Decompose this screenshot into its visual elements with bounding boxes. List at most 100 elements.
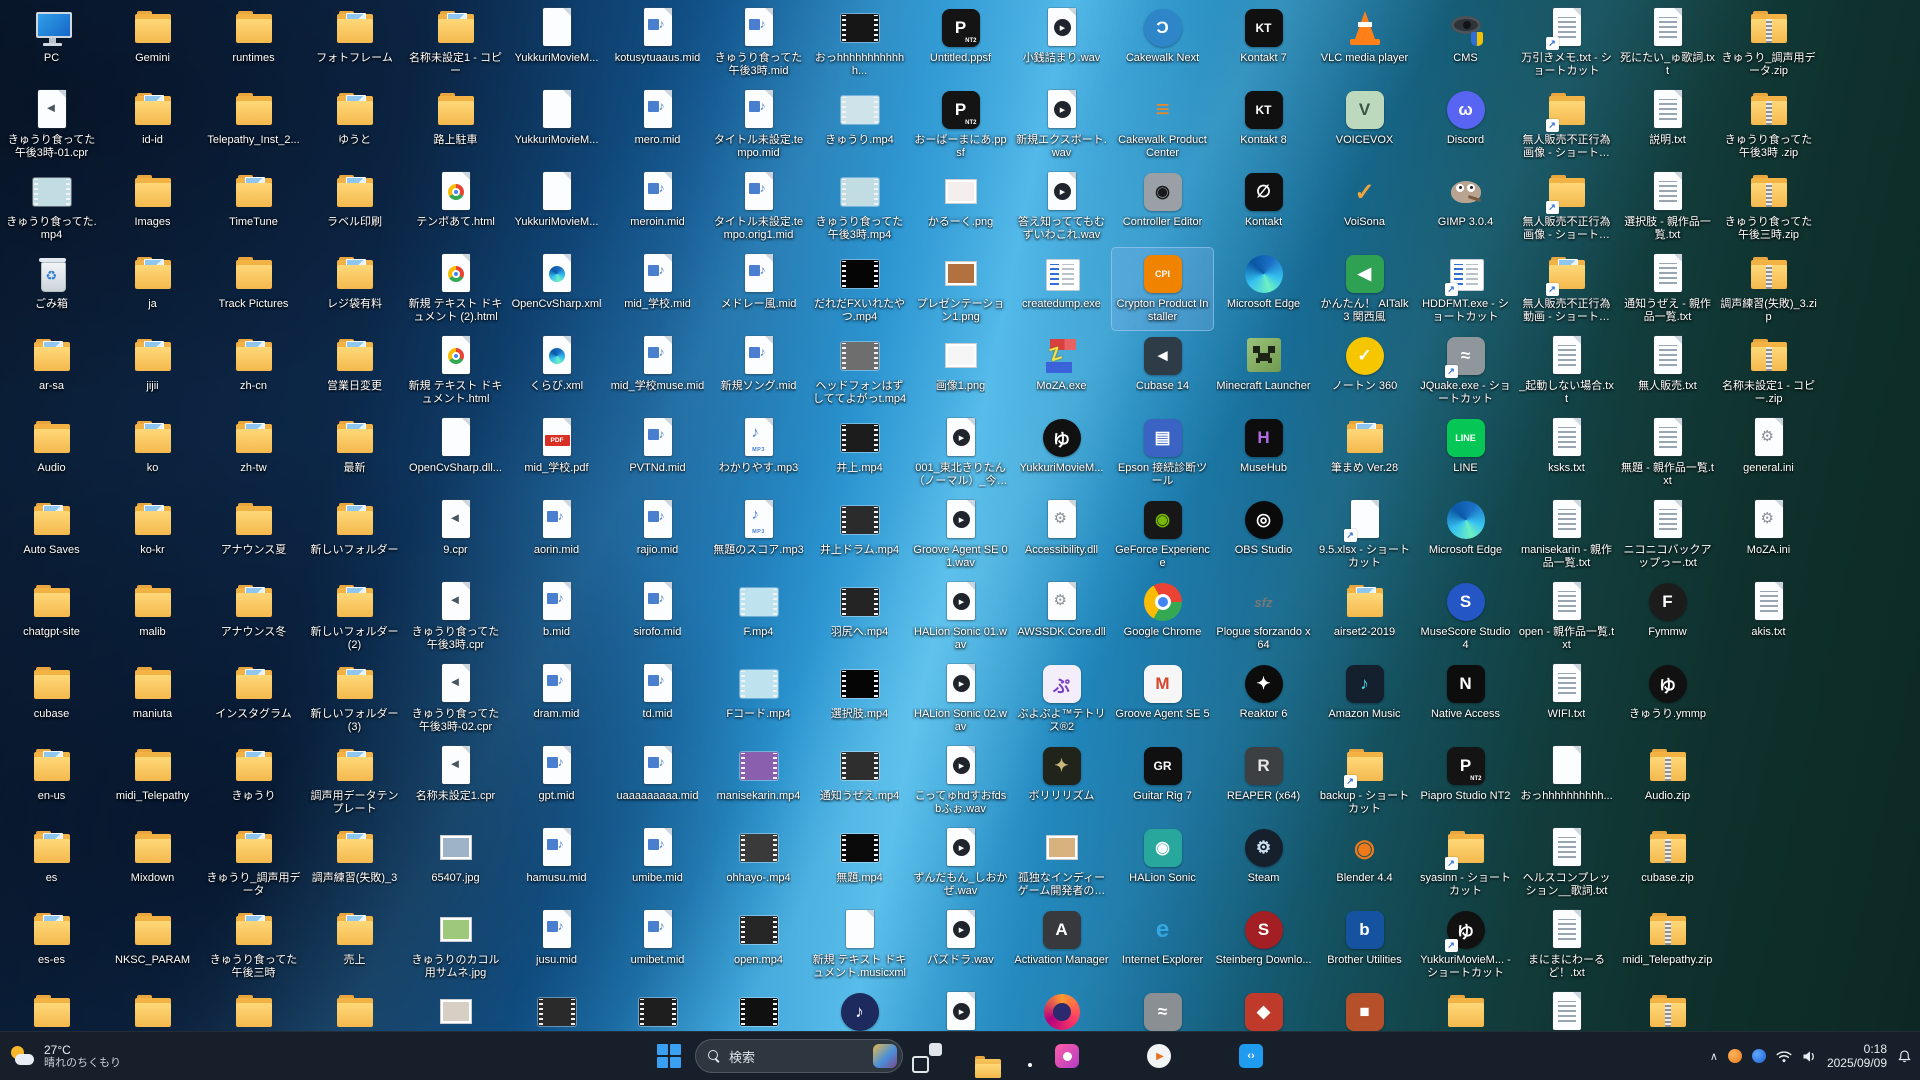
desktop-icon[interactable]: きゅうり — [203, 740, 304, 822]
desktop-icon[interactable]: 新規 テキスト ドキュメント.musicxml — [809, 904, 910, 986]
desktop-icon[interactable]: ↗ backup - ショートカット — [1314, 740, 1415, 822]
desktop-icon[interactable]: ♪ aorin.mid — [506, 494, 607, 576]
desktop-icon[interactable]: ↗ 万引きメモ.txt - ショートカット — [1516, 2, 1617, 84]
desktop-icon[interactable]: ⚙ MoZA.ini — [1718, 494, 1819, 576]
desktop-icon[interactable]: ♪ hamusu.mid — [506, 822, 607, 904]
desktop-icon[interactable]: アナウンス冬 — [203, 576, 304, 658]
desktop-icon[interactable]: 通知うぜえ - 親作品一覧.txt — [1617, 248, 1718, 330]
desktop-icon[interactable]: ♪ meroin.mid — [607, 166, 708, 248]
desktop-icon[interactable]: ▶ パズドラ.wav — [910, 904, 1011, 986]
desktop-icon[interactable]: Track Pictures — [203, 248, 304, 330]
desktop-icon[interactable]: WIFI.txt — [1516, 658, 1617, 740]
desktop-icon[interactable]: フォトフレーム — [304, 2, 405, 84]
desktop-icon[interactable]: 通知うぜえ.mp4 — [809, 740, 910, 822]
desktop-icon[interactable]: ♪ MP3 わかりやす.mp3 — [708, 412, 809, 494]
tray-app-blue-icon[interactable] — [1751, 1049, 1766, 1063]
desktop-icon[interactable]: ゆうと — [304, 84, 405, 166]
file-explorer-button[interactable] — [955, 1036, 1001, 1078]
desktop-icon[interactable]: YukkuriMovieM... — [506, 84, 607, 166]
desktop-icon[interactable]: ♪ きゅうり食ってた午後3時.mid — [708, 2, 809, 84]
desktop-icon[interactable]: ♪ uaaaaaaaaa.mid — [607, 740, 708, 822]
desktop-icon[interactable]: アナウンス夏 — [203, 494, 304, 576]
desktop-icon[interactable]: YukkuriMovieM... — [506, 2, 607, 84]
photos-button[interactable] — [1047, 1036, 1087, 1076]
desktop-icon[interactable]: 井上ドラム.mp4 — [809, 494, 910, 576]
desktop-icon[interactable]: 調声練習(失敗)_3 — [304, 822, 405, 904]
desktop-icon[interactable]: 無人販売.txt — [1617, 330, 1718, 412]
desktop-icon[interactable] — [1, 986, 102, 1032]
desktop-icon[interactable]: ♪ 新規ソング.mid — [708, 330, 809, 412]
desktop-icon[interactable]: ♪ タイトル未設定.tempo.orig1.mid — [708, 166, 809, 248]
desktop-icon[interactable]: 孤独なインディーゲーム開発者の一生... — [1011, 822, 1112, 904]
desktop-icon[interactable]: ksks.txt — [1516, 412, 1617, 494]
chrome-button[interactable] — [1001, 1036, 1041, 1076]
desktop-icon[interactable]: manisekarin.mp4 — [708, 740, 809, 822]
desktop-icon[interactable]: ↗ 無人販売不正行為画像 - ショートカッ... — [1516, 84, 1617, 166]
desktop-icon[interactable]: KT Kontakt 7 — [1213, 2, 1314, 84]
desktop-icon[interactable]: 調声練習(失敗)_3.zip — [1718, 248, 1819, 330]
desktop-icon[interactable]: Microsoft Edge — [1415, 494, 1516, 576]
desktop-icon[interactable]: ♪ mid_学校muse.mid — [607, 330, 708, 412]
desktop-icon[interactable]: ≈ ↗ JQuake.exe - ショートカット — [1415, 330, 1516, 412]
desktop-icon[interactable]: 最新 — [304, 412, 405, 494]
desktop-icon[interactable]: ラベル印刷 — [304, 166, 405, 248]
desktop-icon[interactable]: 無題.mp4 — [809, 822, 910, 904]
desktop-icon[interactable]: ♪ mero.mid — [607, 84, 708, 166]
start-button[interactable] — [649, 1036, 689, 1076]
desktop-icon[interactable] — [102, 986, 203, 1032]
desktop-icon[interactable]: Images — [102, 166, 203, 248]
desktop-icon[interactable]: ▶ Groove Agent SE 01.wav — [910, 494, 1011, 576]
desktop-icon[interactable]: 無題 - 親作品一覧.txt — [1617, 412, 1718, 494]
desktop-icon[interactable]: かるーく.png — [910, 166, 1011, 248]
desktop-icon[interactable]: CMS — [1415, 2, 1516, 84]
desktop-icon[interactable]: Telepathy_Inst_2... — [203, 84, 304, 166]
desktop-icon[interactable]: airset2-2019 — [1314, 576, 1415, 658]
desktop-icon[interactable]: ✓ ノートン 360 — [1314, 330, 1415, 412]
desktop-icon[interactable]: ▶001_東北きりたん（ノーマル）_今じゃ... — [910, 412, 1011, 494]
desktop-icon[interactable]: Microsoft Edge — [1213, 248, 1314, 330]
desktop-icon[interactable]: ∅ Kontakt — [1213, 166, 1314, 248]
desktop-icon[interactable]: ◆ — [1213, 986, 1314, 1032]
desktop-icon[interactable]: Audio — [1, 412, 102, 494]
desktop-icon[interactable]: ↗ 9.5.xlsx - ショートカット — [1314, 494, 1415, 576]
clock[interactable]: 0:18 2025/09/09 — [1827, 1042, 1887, 1070]
desktop-icon[interactable]: 井上.mp4 — [809, 412, 910, 494]
desktop-icon[interactable]: まにまにわーるど！.txt — [1516, 904, 1617, 986]
desktop-icon[interactable]: Audio.zip — [1617, 740, 1718, 822]
search-input[interactable]: 検索 — [695, 1039, 903, 1073]
desktop-icon[interactable]: ♪ MP3 無題のスコア.mp3 — [708, 494, 809, 576]
desktop-icon[interactable]: zh-tw — [203, 412, 304, 494]
desktop-icon[interactable]: ja — [102, 248, 203, 330]
desktop-icon[interactable]: createdump.exe — [1011, 248, 1112, 330]
desktop-icon[interactable]: 営業日変更 — [304, 330, 405, 412]
weather-widget[interactable]: 27°C 晴れのちくもり — [10, 1043, 121, 1070]
desktop-icon[interactable]: ぷぷよぷよ™テトリス®2 — [1011, 658, 1112, 740]
desktop-icon[interactable]: YukkuriMovieM... — [506, 166, 607, 248]
desktop[interactable]: PC Gemini runtimes フォトフレーム 名称未設定1 - コピー Yukku… — [0, 0, 1920, 1032]
desktop-icon[interactable]: GIMP 3.0.4 — [1415, 166, 1516, 248]
desktop-icon[interactable]: ♪ kotusytuaaus.mid — [607, 2, 708, 84]
desktop-icon[interactable]: ↗ HDDFMT.exe - ショートカット — [1415, 248, 1516, 330]
task-view-button[interactable] — [909, 1036, 949, 1076]
desktop-icon[interactable] — [1011, 986, 1112, 1032]
desktop-icon[interactable]: KT Kontakt 8 — [1213, 84, 1314, 166]
desktop-icon[interactable] — [304, 986, 405, 1032]
desktop-icon[interactable]: ▶ 小銭詰まり.wav — [1011, 2, 1112, 84]
desktop-icon[interactable]: es-es — [1, 904, 102, 986]
desktop-icon[interactable]: N Native Access — [1415, 658, 1516, 740]
desktop-icon[interactable]: ▶ こってゅhdすおfdsbふぉ.wav — [910, 740, 1011, 822]
desktop-icon[interactable]: ▶ ずんだもん_しおかぜ.wav — [910, 822, 1011, 904]
desktop-icon[interactable]: 65407.jpg — [405, 822, 506, 904]
desktop-icon[interactable]: ヘルスコンプレッション__歌詞.txt — [1516, 822, 1617, 904]
desktop-icon[interactable]: ♪ — [809, 986, 910, 1032]
desktop-icon[interactable]: ◎ OBS Studio — [1213, 494, 1314, 576]
desktop-icon[interactable]: midi_Telepathy — [102, 740, 203, 822]
desktop-icon[interactable]: きゅうり食ってた午後三時 — [203, 904, 304, 986]
desktop-icon[interactable]: Minecraft Launcher — [1213, 330, 1314, 412]
desktop-icon[interactable]: ✓ VoiSona — [1314, 166, 1415, 248]
desktop-icon[interactable]: Fコード.mp4 — [708, 658, 809, 740]
desktop-icon[interactable]: jijii — [102, 330, 203, 412]
desktop-icon[interactable]: open.mp4 — [708, 904, 809, 986]
desktop-icon[interactable]: ▶ — [910, 986, 1011, 1032]
desktop-icon[interactable]: ✦ Reaktor 6 — [1213, 658, 1314, 740]
